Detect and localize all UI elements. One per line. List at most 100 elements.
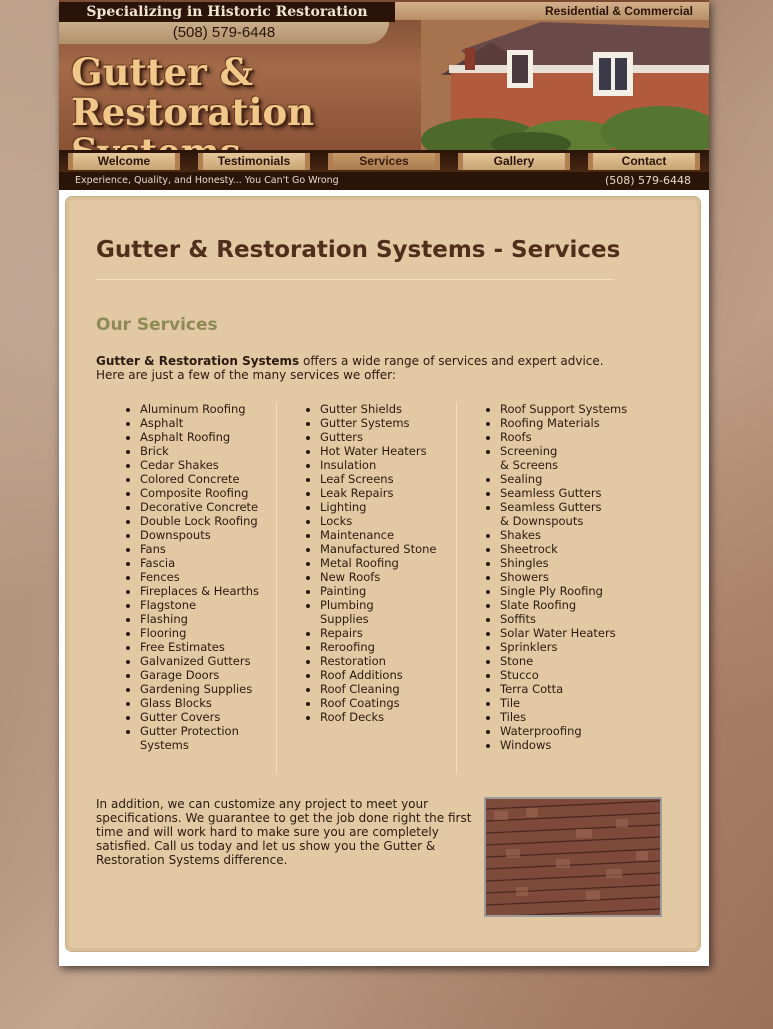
- service-item: Tile: [500, 696, 656, 710]
- service-item: Roofing Materials: [500, 416, 656, 430]
- service-item: Colored Concrete: [140, 472, 277, 486]
- nav-contact[interactable]: Contact: [588, 152, 700, 170]
- service-item: Aluminum Roofing: [140, 402, 277, 416]
- sub-bar: Experience, Quality, and Honesty... You …: [59, 172, 709, 190]
- service-item: Restoration: [320, 654, 456, 668]
- service-item: Asphalt Roofing: [140, 430, 277, 444]
- service-item: Lighting: [320, 500, 456, 514]
- service-item: Waterproofing: [500, 724, 656, 738]
- intro-text: offers a wide range of services and expe…: [299, 354, 604, 368]
- services-column-2: Gutter ShieldsGutter SystemsGuttersHot W…: [276, 402, 456, 774]
- service-item: Brick: [140, 444, 277, 458]
- service-item: Soffits: [500, 612, 656, 626]
- service-item: Garage Doors: [140, 668, 277, 682]
- service-item: Flooring: [140, 626, 277, 640]
- service-item: Roof Coatings: [320, 696, 456, 710]
- roof-shingles-photo: [484, 797, 662, 917]
- service-item: Solar Water Heaters: [500, 626, 656, 640]
- service-item: Gutter Protection Systems: [140, 724, 277, 752]
- service-item: Gutter Shields: [320, 402, 456, 416]
- page-container: Specializing in Historic Restoration (50…: [59, 0, 709, 966]
- service-item: Gutters: [320, 430, 456, 444]
- logo-line-2: Systems: [71, 132, 501, 150]
- nav-gallery[interactable]: Gallery: [458, 152, 570, 170]
- service-item: Plumbing Supplies: [320, 598, 456, 626]
- intro-company-name: Gutter & Restoration Systems: [96, 354, 300, 368]
- service-item: Locks: [320, 514, 456, 528]
- service-item: Seamless Gutters & Downspouts: [500, 500, 656, 528]
- service-item: Hot Water Heaters: [320, 444, 456, 458]
- page-title: Gutter & Restoration Systems - Services: [96, 237, 621, 263]
- closing-paragraph: In addition, we can customize any projec…: [96, 797, 472, 867]
- service-item: Shakes: [500, 528, 656, 542]
- service-item: Cedar Shakes: [140, 458, 277, 472]
- nav-services[interactable]: Services: [328, 152, 440, 170]
- service-item: Downspouts: [140, 528, 277, 542]
- service-item: Stucco: [500, 668, 656, 682]
- service-item: Maintenance: [320, 528, 456, 542]
- header-market-label: Residential & Commercial: [395, 2, 709, 20]
- service-item: Repairs: [320, 626, 456, 640]
- service-item: Roof Support Systems: [500, 402, 656, 416]
- service-item: Roofs: [500, 430, 656, 444]
- service-item: Roof Cleaning: [320, 682, 456, 696]
- service-item: Gardening Supplies: [140, 682, 277, 696]
- section-heading: Our Services: [96, 315, 218, 335]
- service-item: Windows: [500, 738, 656, 752]
- site-logo[interactable]: Gutter & Restoration Systems: [71, 52, 501, 150]
- service-item: Roof Additions: [320, 668, 456, 682]
- service-item: Flashing: [140, 612, 277, 626]
- service-item: Sheetrock: [500, 542, 656, 556]
- service-item: Stone: [500, 654, 656, 668]
- services-columns: Aluminum RoofingAsphaltAsphalt RoofingBr…: [96, 402, 636, 774]
- service-item: Flagstone: [140, 598, 277, 612]
- service-item: Leak Repairs: [320, 486, 456, 500]
- content-panel: Gutter & Restoration Systems - Services …: [66, 197, 700, 951]
- service-item: Slate Roofing: [500, 598, 656, 612]
- header-phone: (508) 579-6448: [59, 22, 389, 44]
- service-item: Glass Blocks: [140, 696, 277, 710]
- nav-welcome[interactable]: Welcome: [68, 152, 180, 170]
- services-column-1: Aluminum RoofingAsphaltAsphalt RoofingBr…: [96, 402, 277, 774]
- service-item: Fences: [140, 570, 277, 584]
- service-item: Galvanized Gutters: [140, 654, 277, 668]
- nav-testimonials[interactable]: Testimonials: [198, 152, 310, 170]
- service-item: Fans: [140, 542, 277, 556]
- site-header: Specializing in Historic Restoration (50…: [59, 0, 709, 150]
- service-item: Terra Cotta: [500, 682, 656, 696]
- service-item: Sealing: [500, 472, 656, 486]
- service-item: Decorative Concrete: [140, 500, 277, 514]
- service-item: Seamless Gutters: [500, 486, 656, 500]
- service-item: Composite Roofing: [140, 486, 277, 500]
- service-item: Reroofing: [320, 640, 456, 654]
- title-divider: [96, 279, 614, 280]
- service-item: Roof Decks: [320, 710, 456, 724]
- service-item: Sprinklers: [500, 640, 656, 654]
- main-nav: Welcome Testimonials Services Gallery Co…: [59, 150, 709, 172]
- service-item: Metal Roofing: [320, 556, 456, 570]
- intro-paragraph: Gutter & Restoration Systems offers a wi…: [96, 354, 656, 382]
- service-item: Leaf Screens: [320, 472, 456, 486]
- service-item: Gutter Covers: [140, 710, 277, 724]
- subbar-phone: (508) 579-6448: [604, 174, 691, 187]
- header-tagline: Specializing in Historic Restoration: [59, 2, 395, 22]
- service-item: Shingles: [500, 556, 656, 570]
- service-item: Fascia: [140, 556, 277, 570]
- services-column-3: Roof Support SystemsRoofing MaterialsRoo…: [456, 402, 656, 774]
- service-item: Showers: [500, 570, 656, 584]
- service-item: Fireplaces & Hearths: [140, 584, 277, 598]
- service-item: Tiles: [500, 710, 656, 724]
- service-item: Single Ply Roofing: [500, 584, 656, 598]
- motto-text: Experience, Quality, and Honesty... You …: [75, 175, 339, 186]
- service-item: Free Estimates: [140, 640, 277, 654]
- service-item: Asphalt: [140, 416, 277, 430]
- service-item: Manufactured Stone: [320, 542, 456, 556]
- service-item: Screening & Screens: [500, 444, 656, 472]
- service-item: Double Lock Roofing: [140, 514, 277, 528]
- service-item: New Roofs: [320, 570, 456, 584]
- service-item: Painting: [320, 584, 456, 598]
- service-item: Insulation: [320, 458, 456, 472]
- service-item: Gutter Systems: [320, 416, 456, 430]
- intro-text-line2: Here are just a few of the many services…: [96, 368, 396, 382]
- logo-line-1: Gutter & Restoration: [71, 50, 315, 134]
